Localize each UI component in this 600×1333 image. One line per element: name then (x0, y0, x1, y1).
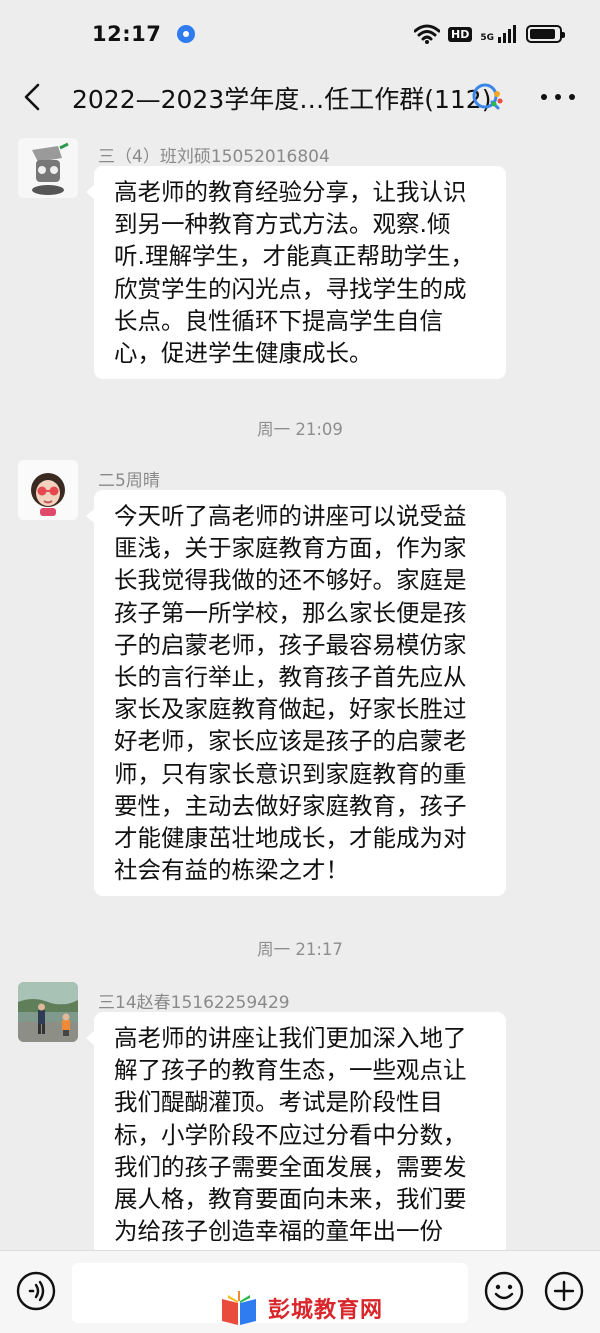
message-line: 听.理解学生，才能真正帮助学生， (114, 242, 474, 271)
chat-header: 2022—2023学年度…任工作群(112) (0, 68, 600, 126)
children-lakeside-avatar-icon[interactable] (18, 982, 78, 1042)
timestamp-separator: 周一 21:17 (257, 940, 343, 959)
wifi-icon (414, 24, 440, 44)
watermark: 彭城教育网 (218, 1288, 383, 1328)
emoji-icon[interactable] (484, 1271, 524, 1311)
message-line: 子的启蒙老师，孩子最容易模仿家 (114, 630, 467, 659)
sender-name: 三14赵春15162259429 (98, 993, 290, 1013)
message-line: 欣赏学生的闪光点，寻找学生的成 (114, 274, 467, 303)
cellular-signal-icon: 5G (480, 25, 518, 43)
message-line: 好老师，家长应该是孩子的启蒙老 (114, 727, 467, 756)
message-line: 高老师的讲座让我们更加深入地了 (114, 1024, 467, 1052)
message-line: 标，小学阶段不应过分看中分数， (114, 1120, 467, 1149)
chat-title[interactable]: 2022—2023学年度…任工作群(112) (72, 80, 491, 116)
message-line: 长点。良性循环下提高学生自信 (114, 306, 443, 335)
enterprise-wechat-icon (472, 83, 503, 110)
message-line: 解了孩子的教育生态，一些观点让 (114, 1056, 467, 1085)
message-line: 匪浅，关于家庭教育方面，作为家 (114, 534, 467, 563)
girl-sunglasses-avatar-icon[interactable] (18, 460, 78, 520)
hd-badge: HD (448, 26, 473, 42)
message-line: 今天听了高老师的讲座可以说受益 (114, 502, 467, 530)
plus-icon[interactable] (544, 1271, 584, 1311)
message-bubble[interactable]: 今天听了高老师的讲座可以说受益 匪浅，关于家庭教育方面，作为家 长我觉得我做的还… (86, 490, 506, 897)
message-line: 到另一种教育方式方法。观察.倾 (114, 210, 451, 239)
message-bubble[interactable]: 高老师的讲座让我们更加深入地了 解了孩子的教育生态，一些观点让 我们醍醐灌顶。考… (86, 1012, 506, 1250)
message-line: 我们醍醐灌顶。考试是阶段性目 (114, 1088, 443, 1117)
message-line: 心，促进学生健康成长。 (114, 339, 373, 368)
battery-icon (526, 25, 565, 43)
message-list[interactable]: 三（4）班刘硕15052016804 高老师的教育经验分享，让我认识 到另一种教… (0, 126, 600, 1250)
message-line: 才能健康茁壮地成长，才能成为对 (114, 824, 467, 853)
watermark-text: 彭城教育网 (268, 1298, 384, 1323)
message-line: 长我觉得我做的还不够好。家庭是 (114, 566, 467, 595)
message-line: 孩子第一所学校，那么家长便是孩 (114, 598, 467, 627)
message-line: 高老师的教育经验分享，让我认识 (114, 178, 467, 206)
voice-icon[interactable] (16, 1271, 56, 1311)
message-line: 要性，主动去做好家庭教育，孩子 (114, 791, 467, 820)
message-line: 为给孩子创造幸福的童年出一份 (114, 1217, 443, 1246)
message-bubble[interactable]: 高老师的教育经验分享，让我认识 到另一种教育方式方法。观察.倾 听.理解学生，才… (86, 166, 506, 380)
cartoon-avatar-icon[interactable] (18, 138, 78, 198)
location-indicator-icon (177, 25, 196, 43)
message-line: 家长及家庭教育做起，好家长胜过 (114, 695, 467, 724)
timestamp-separator: 周一 21:09 (257, 420, 343, 439)
back-arrow-icon[interactable] (18, 82, 46, 112)
message-line: 展人格，教育要面向未来，我们要 (114, 1185, 467, 1214)
battery-level (530, 29, 556, 39)
status-icons: HD 5G (414, 24, 565, 44)
message-line: 社会有益的栋梁之才！ (114, 856, 349, 885)
book-logo-icon (222, 1291, 256, 1325)
sender-name: 二5周晴 (98, 471, 160, 491)
message-line: 师，只有家长意识到家庭教育的重 (114, 759, 467, 788)
status-bar: 12:17 HD 5G (0, 0, 600, 68)
message-line: 我们的孩子需要全面发展，需要发 (114, 1152, 467, 1181)
status-time: 12:17 (92, 22, 162, 46)
more-options-icon[interactable] (538, 92, 578, 102)
sender-name: 三（4）班刘硕15052016804 (98, 147, 330, 167)
network-type-label: 5G (480, 33, 494, 43)
message-line: 长的言行举止，教育孩子首先应从 (114, 663, 467, 692)
